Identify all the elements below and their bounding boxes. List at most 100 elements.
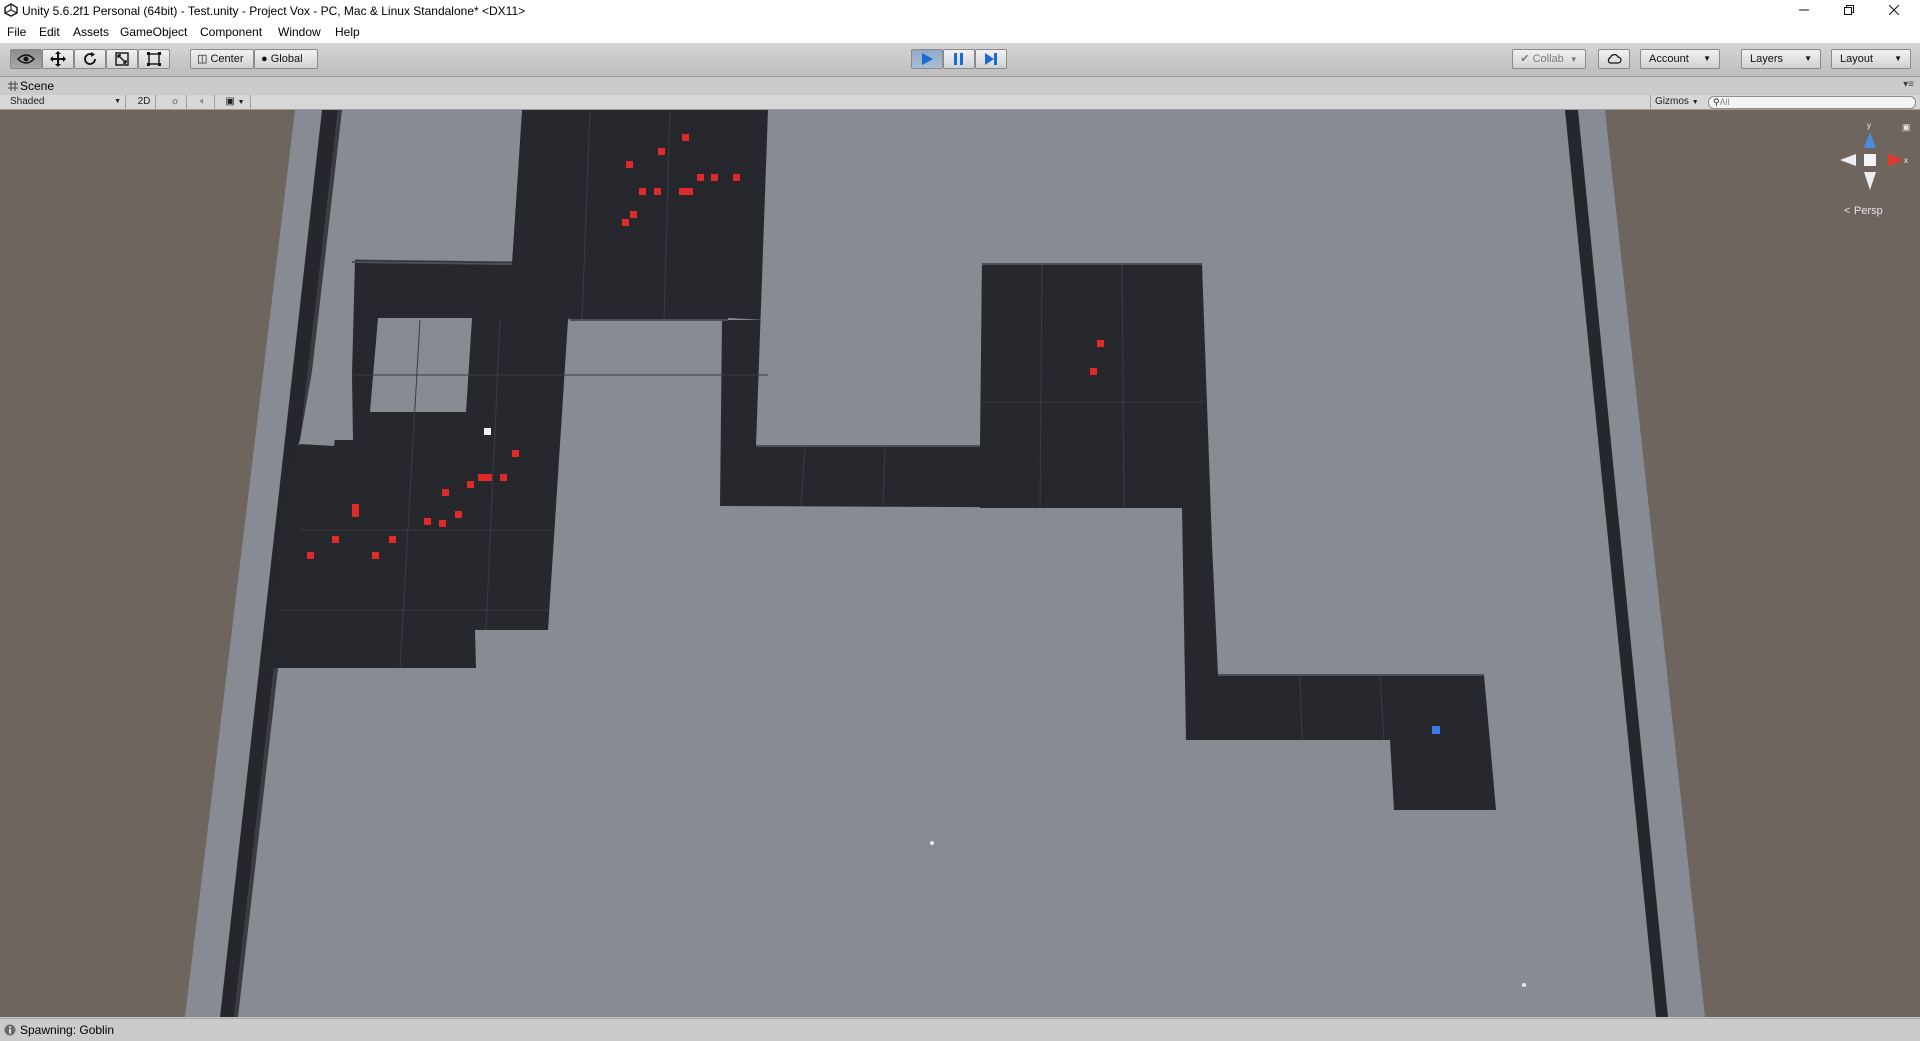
scene-viewport[interactable]: y x z Persp < ▣ — [0, 110, 1920, 1017]
enemy-marker — [622, 219, 629, 226]
chevron-down-icon: ▼ — [1569, 55, 1578, 64]
globe-icon: ● — [261, 53, 268, 65]
restore-button[interactable] — [1827, 0, 1871, 22]
scene-tab-label: Scene — [20, 79, 55, 93]
pivot-center-label: Center — [210, 53, 244, 65]
menu-help[interactable]: Help — [335, 25, 360, 39]
lock-icon[interactable]: ▣ — [1902, 122, 1911, 132]
cloud-button[interactable] — [1598, 49, 1630, 69]
floor-hole — [370, 318, 472, 412]
draw-mode-label: Shaded — [10, 96, 45, 107]
main-toolbar: ◫ Center ● Global ✔ Collab ▼ Account ▼ Lay… — [0, 43, 1920, 77]
collab-label: Collab — [1532, 53, 1564, 65]
image-icon: ▣ — [225, 96, 235, 107]
pivot-icon: ◫ — [197, 53, 208, 65]
enemy-marker — [654, 188, 661, 195]
enemy-marker — [439, 520, 446, 527]
draw-mode-dropdown[interactable]: Shaded ▼ — [10, 95, 126, 109]
info-icon — [4, 1024, 16, 1036]
account-label: Account — [1649, 53, 1689, 65]
enemy-marker — [478, 474, 492, 481]
chevron-down-icon: ▼ — [1691, 99, 1699, 106]
minimize-button[interactable] — [1782, 0, 1826, 22]
scene-search-input[interactable]: ⚲All — [1708, 96, 1916, 109]
layout-dropdown[interactable]: Layout ▼ — [1831, 49, 1911, 69]
gizmo-label-x: x — [1904, 156, 1908, 165]
enemy-marker — [467, 481, 474, 488]
audio-toggle[interactable]: 🔈︎ — [192, 95, 215, 109]
gizmo-x-axis — [1888, 154, 1904, 166]
layers-dropdown[interactable]: Layers ▼ — [1741, 49, 1821, 69]
lighting-toggle[interactable]: ☼ — [164, 95, 187, 109]
status-bar: Spawning: Goblin — [0, 1018, 1920, 1041]
floor-inside-u — [756, 110, 980, 446]
unity-logo-icon — [4, 3, 18, 17]
menu-edit[interactable]: Edit — [39, 25, 60, 39]
step-button[interactable] — [975, 49, 1007, 69]
scene-search-placeholder: All — [1719, 97, 1730, 107]
view-tool-button[interactable] — [10, 49, 42, 69]
account-dropdown[interactable]: Account ▼ — [1640, 49, 1720, 69]
cloud-icon — [1607, 54, 1622, 64]
enemy-marker — [512, 450, 519, 457]
effects-dropdown[interactable]: ▣ ▼ — [220, 95, 251, 109]
light-gizmo — [1522, 983, 1526, 987]
speaker-icon: 🔈︎ — [200, 96, 206, 107]
gizmos-label: Gizmos — [1655, 96, 1689, 107]
enemy-marker — [500, 474, 507, 481]
gizmo-neg-x-axis — [1840, 154, 1856, 166]
scene-tab[interactable]: Scene ▾≡ — [0, 77, 1920, 96]
2d-toggle[interactable]: 2D — [133, 95, 156, 109]
chevron-down-icon: ▼ — [1894, 54, 1902, 63]
menu-gameobject[interactable]: GameObject — [120, 25, 187, 39]
pivot-center-toggle[interactable]: ◫ Center — [190, 49, 254, 69]
rotate-tool-button[interactable] — [74, 49, 106, 69]
enemy-marker — [630, 211, 637, 218]
enemy-marker — [442, 489, 449, 496]
grid-icon — [8, 81, 18, 91]
player-marker — [1432, 726, 1440, 734]
enemy-marker — [372, 552, 379, 559]
title-bar: Unity 5.6.2f1 Personal (64bit) - Test.un… — [0, 0, 1920, 22]
pivot-global-label: Global — [270, 53, 303, 65]
chevron-down-icon: ▼ — [114, 98, 121, 105]
menu-component[interactable]: Component — [200, 25, 262, 39]
scene-render[interactable]: y x z Persp < ▣ — [0, 110, 1920, 1017]
enemy-marker — [658, 148, 665, 155]
rect-transform-icon — [147, 52, 161, 66]
enemy-marker — [711, 174, 718, 181]
gizmo-center-cube — [1864, 154, 1876, 166]
close-button[interactable] — [1872, 0, 1916, 22]
pivot-global-toggle[interactable]: ● Global — [254, 49, 318, 69]
projection-label[interactable]: Persp — [1854, 205, 1883, 217]
gizmo-neg-z-axis — [1864, 172, 1876, 190]
chevron-down-icon: ▼ — [1703, 54, 1711, 63]
layers-label: Layers — [1750, 53, 1784, 65]
minimize-icon — [1799, 9, 1809, 11]
projection-back-icon: < — [1844, 205, 1850, 217]
menu-file[interactable]: File — [7, 25, 26, 39]
enemy-marker — [424, 518, 431, 525]
move-tool-button[interactable] — [42, 49, 74, 69]
enemy-marker — [352, 504, 359, 517]
gizmos-dropdown[interactable]: Gizmos ▼ — [1650, 95, 1705, 109]
rect-tool-button[interactable] — [138, 49, 170, 69]
enemy-marker — [639, 188, 646, 195]
enemy-marker — [389, 536, 396, 543]
enemy-marker — [1097, 340, 1104, 347]
scene-orientation-gizmo[interactable]: y x z Persp < ▣ — [1840, 121, 1911, 217]
menu-assets[interactable]: Assets — [73, 25, 109, 39]
enemy-marker — [626, 161, 633, 168]
play-icon — [922, 53, 933, 65]
tab-menu-icon[interactable]: ▾≡ — [1903, 79, 1914, 90]
enemy-marker — [332, 536, 339, 543]
menu-window[interactable]: Window — [278, 25, 321, 39]
collab-dropdown[interactable]: ✔ Collab ▼ — [1512, 49, 1586, 69]
pause-button[interactable] — [943, 49, 975, 69]
white-object-marker — [484, 428, 491, 435]
pause-icon — [954, 53, 963, 65]
restore-icon — [1844, 5, 1854, 15]
scale-tool-button[interactable] — [106, 49, 138, 69]
search-icon: ⚲ — [1713, 97, 1720, 107]
play-button[interactable] — [911, 49, 943, 69]
